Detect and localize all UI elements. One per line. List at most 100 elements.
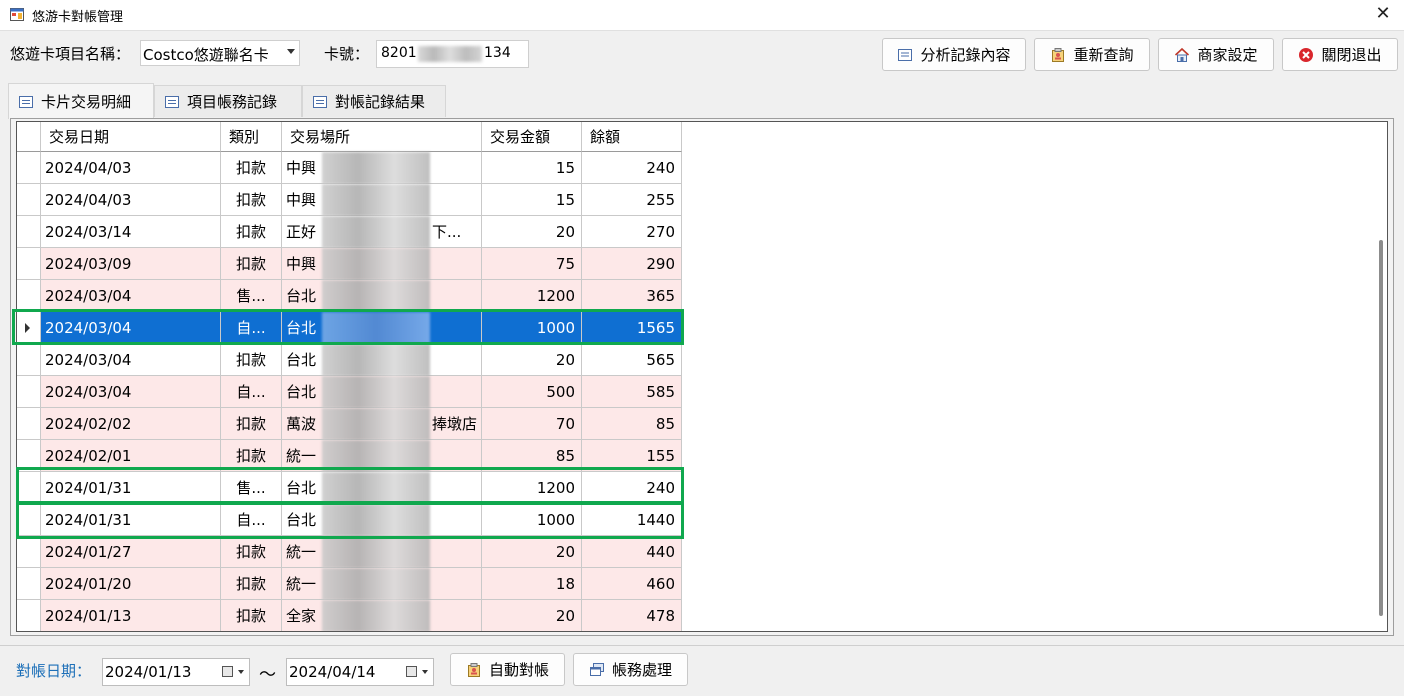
table-row[interactable]: 2024/02/02 扣款 萬波 70 85 捧墩店 [17,408,682,440]
redacted-place [322,184,430,216]
chevron-down-icon [287,49,295,54]
table-row[interactable]: 2024/01/27 扣款 統一 20 440 [17,536,682,568]
table-row[interactable]: 2024/02/01 扣款 統一 85 155 [17,440,682,472]
table-row[interactable]: 2024/03/14 扣款 正好 20 270 下... [17,216,682,248]
table-row[interactable]: 2024/01/31 自... 台北 1000 1440 [17,504,682,536]
column-header-balance[interactable]: 餘額 [582,122,682,152]
row-header [17,600,41,631]
list-icon [898,48,913,61]
cell-amount: 1000 [482,312,582,344]
project-select[interactable]: Costco悠遊聯名卡 [140,40,300,66]
project-select-value: Costco悠遊聯名卡 [143,46,269,64]
cell-balance: 365 [582,280,682,312]
redacted-place [322,312,430,344]
row-header [17,376,41,408]
table-row[interactable]: 2024/04/03 扣款 中興 15 255 [17,184,682,216]
date-from-picker[interactable]: 2024/01/13 [102,658,250,686]
cell-balance: 155 [582,440,682,472]
cell-date: 2024/03/04 [41,312,221,344]
cell-amount: 500 [482,376,582,408]
app-icon [10,8,24,21]
date-to-picker[interactable]: 2024/04/14 [286,658,434,686]
column-header-amount[interactable]: 交易金額 [482,122,582,152]
table-row[interactable]: 2024/03/04 售... 台北 1200 365 [17,280,682,312]
cell-date: 2024/01/13 [41,600,221,631]
cell-balance: 440 [582,536,682,568]
cell-type: 扣款 [221,536,282,568]
cell-amount: 20 [482,216,582,248]
transactions-grid[interactable]: 交易日期 類別 交易場所 交易金額 餘額 2024/04/03 扣款 中興 15 240… [16,121,1388,632]
card-number-field[interactable]: 8201 134 [376,40,529,68]
redacted-place [322,376,430,408]
tab-bar: 卡片交易明細 項目帳務記錄 對帳記錄結果 [8,83,1404,119]
cell-date: 2024/02/01 [41,440,221,472]
calendar-icon [406,666,417,677]
tab-card-transactions[interactable]: 卡片交易明細 [8,83,154,119]
table-row[interactable]: 2024/04/03 扣款 中興 15 240 [17,152,682,184]
row-header [17,472,41,504]
grid-header-row: 交易日期 類別 交易場所 交易金額 餘額 [17,122,682,154]
cell-amount: 20 [482,536,582,568]
table-row[interactable]: 2024/01/13 扣款 全家 20 478 [17,600,682,631]
cell-amount: 1000 [482,504,582,536]
merchant-settings-button[interactable]: 商家設定 [1158,38,1274,71]
cell-date: 2024/03/04 [41,344,221,376]
card-number-prefix: 8201 [381,45,417,61]
cell-date: 2024/03/09 [41,248,221,280]
cell-type: 自... [221,504,282,536]
cell-type: 扣款 [221,152,282,184]
table-row[interactable]: 2024/03/04 扣款 台北 20 565 [17,344,682,376]
tab-project-accounts[interactable]: 項目帳務記錄 [154,85,302,117]
place-suffix: 下... [432,223,462,241]
cell-type: 扣款 [221,184,282,216]
redacted-place [322,344,430,376]
accounting-button[interactable]: 帳務處理 [573,653,688,686]
row-header [17,344,41,376]
requery-button[interactable]: 重新查詢 [1034,38,1150,71]
table-row[interactable]: 2024/01/31 售... 台北 1200 240 [17,472,682,504]
tab-label: 項目帳務記錄 [187,93,278,111]
cell-date: 2024/01/31 [41,504,221,536]
cell-amount: 75 [482,248,582,280]
column-header-date[interactable]: 交易日期 [41,122,221,152]
window-stack-icon [589,662,604,676]
house-icon [1175,47,1190,62]
bottom-toolbar: 對帳日期： 2024/01/13 ～ 2024/04/14 自動對帳 帳務處理 [0,645,1404,696]
row-header [17,216,41,248]
cell-amount: 70 [482,408,582,440]
table-row[interactable]: 2024/03/09 扣款 中興 75 290 [17,248,682,280]
cell-balance: 460 [582,568,682,600]
cell-type: 扣款 [221,568,282,600]
cell-type: 扣款 [221,408,282,440]
redacted-place [322,408,430,440]
window-close-button[interactable]: ✕ [1372,3,1394,25]
cell-date: 2024/02/02 [41,408,221,440]
table-row[interactable]: 2024/03/04 自... 台北 1000 1565 [17,312,682,344]
clipboard-user-icon [1052,47,1065,62]
analyze-records-button[interactable]: 分析記錄內容 [882,38,1026,71]
table-row[interactable]: 2024/01/20 扣款 統一 18 460 [17,568,682,600]
project-label: 悠遊卡項目名稱： [10,45,131,63]
date-from-value: 2024/01/13 [105,663,192,681]
card-number-label: 卡號： [324,45,370,63]
cell-balance: 290 [582,248,682,280]
redacted-place [322,440,430,472]
tab-reconcile-results[interactable]: 對帳記錄結果 [302,85,446,117]
column-header-place[interactable]: 交易場所 [282,122,482,152]
row-header [17,312,41,344]
cell-amount: 15 [482,152,582,184]
vertical-scrollbar[interactable] [1379,240,1383,616]
close-exit-button[interactable]: 關閉退出 [1282,38,1398,71]
reconcile-date-label: 對帳日期： [16,662,92,680]
place-suffix: 捧墩店 [432,415,478,433]
cell-date: 2024/03/04 [41,376,221,408]
column-header-type[interactable]: 類別 [221,122,282,152]
cell-balance: 240 [582,152,682,184]
redacted-place [322,536,430,568]
row-header-corner [17,122,41,152]
table-row[interactable]: 2024/03/04 自... 台北 500 585 [17,376,682,408]
row-header [17,504,41,536]
card-number-suffix: 134 [484,45,511,61]
auto-reconcile-button[interactable]: 自動對帳 [450,653,565,686]
cell-balance: 565 [582,344,682,376]
